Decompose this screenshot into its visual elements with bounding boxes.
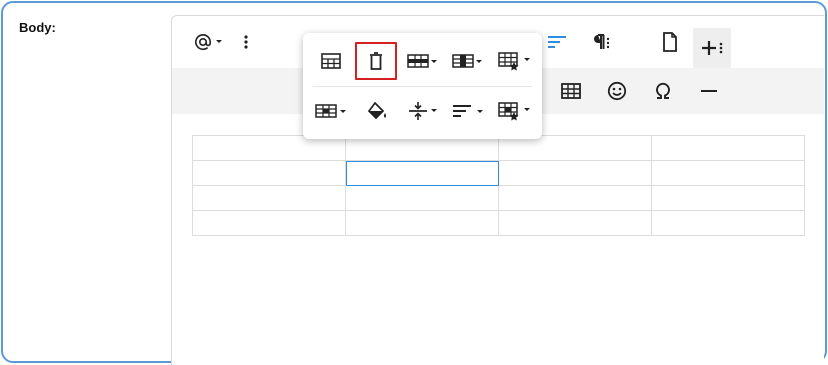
table-cell[interactable] [345, 210, 499, 236]
paragraph-format-button[interactable] [586, 26, 614, 58]
table-icon [561, 83, 581, 99]
body-field-label: Body: [19, 20, 56, 35]
page-icon [663, 32, 677, 52]
paint-bucket-icon [367, 101, 386, 120]
table-row [192, 160, 805, 186]
table-header-icon [321, 53, 341, 69]
content-table[interactable] [192, 135, 805, 236]
table-cell[interactable] [651, 185, 805, 211]
at-sign-icon [195, 34, 222, 51]
omega-icon [656, 82, 670, 99]
insert-more-button[interactable] [693, 28, 731, 68]
table-columns-button[interactable] [450, 44, 486, 78]
emoji-button[interactable] [602, 75, 632, 107]
horizontal-align-button[interactable] [450, 94, 488, 128]
cell-style-icon [498, 102, 530, 121]
remove-table-button[interactable] [355, 42, 397, 80]
table-row [192, 185, 805, 211]
popup-divider [313, 86, 532, 87]
table-row [192, 135, 805, 161]
table-cell[interactable] [192, 210, 346, 236]
table-style-icon [498, 52, 530, 71]
smiley-icon [607, 81, 627, 101]
table-cell[interactable] [192, 135, 346, 161]
vertical-align-button[interactable] [404, 94, 442, 128]
table-cell-active[interactable] [345, 160, 499, 186]
document-button[interactable] [656, 26, 684, 58]
table-cell[interactable] [651, 210, 805, 236]
paragraph-icon [594, 34, 610, 49]
table-columns-icon [452, 54, 482, 68]
table-cell[interactable] [498, 185, 652, 211]
align-button[interactable] [544, 26, 570, 58]
horizontal-line-button[interactable] [694, 75, 724, 107]
table-row [192, 210, 805, 236]
more-options-button[interactable] [238, 26, 254, 58]
trash-icon [370, 52, 382, 70]
align-left-icon [548, 36, 566, 48]
mention-dropdown-button[interactable] [192, 26, 226, 58]
table-header-button[interactable] [313, 44, 349, 78]
cell-style-button[interactable] [496, 94, 534, 128]
table-rows-button[interactable] [405, 44, 441, 78]
table-cells-icon [315, 104, 346, 118]
table-cell[interactable] [498, 160, 652, 186]
table-cells-button[interactable] [313, 94, 351, 128]
plus-more-icon [702, 41, 723, 55]
vertical-dots-icon [244, 35, 248, 49]
horizontal-align-icon [453, 105, 483, 117]
table-edit-popup [303, 33, 542, 139]
table-rows-icon [407, 54, 437, 68]
table-cell[interactable] [498, 210, 652, 236]
table-style-button[interactable] [496, 44, 534, 78]
table-cell[interactable] [498, 135, 652, 161]
minus-icon [701, 90, 717, 92]
special-characters-button[interactable] [648, 75, 678, 107]
table-cell[interactable] [192, 185, 346, 211]
table-cell[interactable] [651, 160, 805, 186]
table-cell[interactable] [192, 160, 346, 186]
cell-background-button[interactable] [359, 94, 395, 128]
vertical-align-icon [409, 102, 437, 120]
table-cell[interactable] [651, 135, 805, 161]
insert-table-button[interactable] [556, 75, 586, 107]
table-cell[interactable] [345, 135, 499, 161]
table-cell[interactable] [345, 185, 499, 211]
